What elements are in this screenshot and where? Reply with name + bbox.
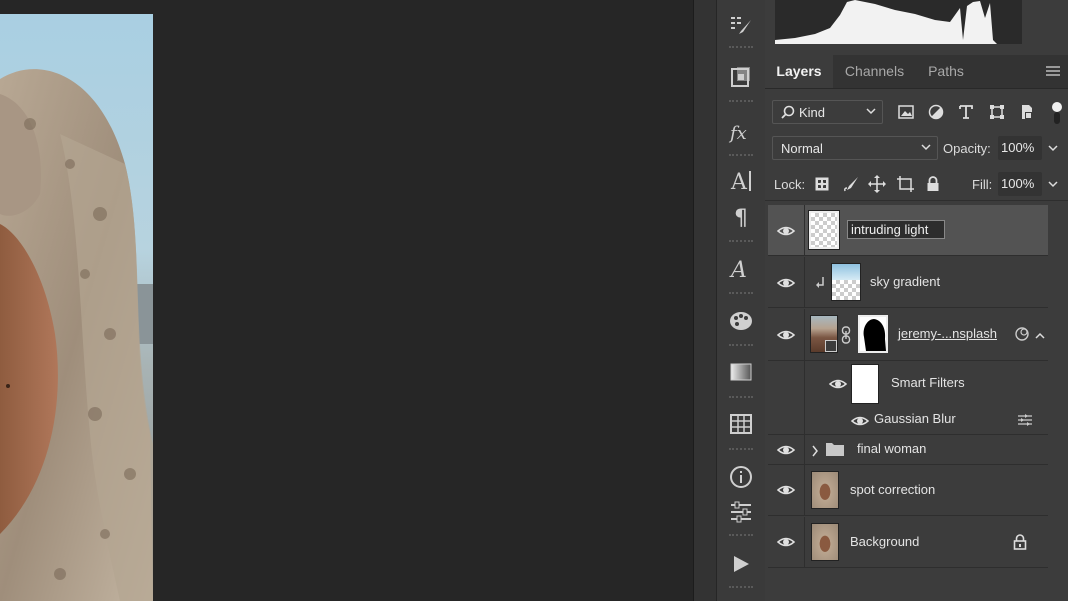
fill-chevron-icon[interactable] (1043, 174, 1063, 194)
search-icon (781, 105, 795, 122)
adjustments-icon[interactable] (717, 492, 765, 532)
glyphs-icon[interactable]: A (717, 249, 765, 289)
lock-all-icon[interactable] (923, 174, 943, 194)
fill-label: Fill: (972, 177, 993, 192)
clipping-mask-icon (816, 276, 826, 294)
panel-menu-icon[interactable] (1046, 66, 1060, 78)
lock-paint-icon[interactable] (841, 174, 861, 194)
brush-settings-icon[interactable] (717, 6, 765, 46)
visibility-eye-icon[interactable] (776, 221, 796, 241)
smart-object-badge-icon (825, 340, 837, 352)
info-icon[interactable] (717, 457, 765, 497)
layer-name[interactable]: Background (850, 534, 919, 549)
table-icon[interactable] (717, 404, 765, 444)
lock-position-icon[interactable] (867, 174, 887, 194)
panel-tabs: Layers Channels Paths (765, 55, 1068, 89)
tab-layers[interactable]: Layers (765, 55, 833, 88)
shape-filter-icon[interactable] (987, 102, 1007, 122)
layer-row-smart-object[interactable]: jeremy-...nsplash (768, 309, 1048, 361)
filter-toggle[interactable] (1049, 100, 1063, 124)
smart-object-filter-icon[interactable] (1017, 102, 1037, 122)
layer-thumbnail[interactable] (831, 263, 861, 301)
layer-name[interactable]: sky gradient (870, 274, 940, 289)
tab-channels[interactable]: Channels (833, 55, 916, 88)
filter-row-gaussian-blur[interactable]: Gaussian Blur (768, 407, 1048, 435)
panel-icon-strip: fx A ¶ A (716, 0, 766, 601)
visibility-eye-icon[interactable] (850, 411, 870, 436)
svg-text:¶: ¶ (734, 206, 748, 229)
layer-thumbnail[interactable] (808, 210, 840, 250)
fill-input[interactable]: 100% (998, 172, 1042, 196)
opacity-value: 100% (1001, 140, 1035, 155)
layer-row-spot-correction[interactable]: spot correction (768, 465, 1048, 516)
character-icon[interactable]: A (717, 161, 765, 201)
image-filter-icon[interactable] (896, 102, 916, 122)
layer-mask-thumbnail[interactable] (858, 315, 888, 353)
histogram (775, 0, 1022, 44)
layer-thumbnail[interactable] (810, 315, 838, 353)
filter-name[interactable]: Gaussian Blur (874, 411, 956, 426)
layer-row-sky-gradient[interactable]: sky gradient (768, 257, 1048, 308)
layer-name-input[interactable]: intruding light (847, 220, 945, 239)
chevron-down-icon (921, 141, 931, 156)
panel-gutter (693, 0, 716, 601)
layer-thumbnail[interactable] (811, 523, 839, 561)
opacity-label: Opacity: (943, 141, 991, 156)
visibility-eye-icon[interactable] (776, 532, 796, 552)
layer-name-text: intruding light (851, 222, 929, 237)
filter-kind-label: Kind (799, 105, 826, 120)
fill-value: 100% (1001, 176, 1035, 191)
play-actions-icon[interactable] (717, 544, 765, 584)
layer-name[interactable]: Smart Filters (891, 375, 965, 390)
clone-source-icon[interactable] (717, 57, 765, 97)
smart-filters-icon[interactable] (1014, 326, 1030, 347)
opacity-input[interactable]: 100% (998, 136, 1042, 160)
blend-mode-dropdown[interactable]: Normal (772, 136, 938, 160)
type-filter-icon[interactable] (956, 102, 976, 122)
blend-mode-value: Normal (781, 141, 823, 156)
visibility-eye-icon[interactable] (828, 374, 848, 399)
layer-name[interactable]: final woman (857, 441, 926, 456)
visibility-eye-icon[interactable] (776, 273, 796, 293)
svg-text:A: A (730, 170, 748, 194)
lock-artboard-icon[interactable] (895, 174, 915, 194)
folder-icon (825, 441, 845, 462)
layer-row-final-woman-group[interactable]: final woman (768, 435, 1048, 465)
layer-name[interactable]: jeremy-...nsplash (898, 326, 997, 341)
gradient-swatch-icon[interactable] (717, 352, 765, 392)
visibility-eye-icon[interactable] (776, 480, 796, 500)
filter-blending-options-icon[interactable] (1017, 413, 1033, 432)
fx-styles-icon[interactable]: fx (717, 112, 765, 152)
lock-transparent-icon[interactable] (812, 174, 832, 194)
filter-kind-dropdown[interactable]: Kind (772, 100, 883, 124)
visibility-eye-icon[interactable] (776, 325, 796, 345)
layer-row-smart-filters[interactable]: Smart Filters (768, 361, 1048, 407)
filter-mask-thumbnail[interactable] (851, 364, 879, 404)
layer-name[interactable]: spot correction (850, 482, 935, 497)
adjustment-filter-icon[interactable] (926, 102, 946, 122)
layers-scrollbar[interactable] (1048, 205, 1056, 565)
divider (765, 200, 1068, 201)
layer-row-intruding-light[interactable]: intruding light (768, 205, 1048, 256)
color-palette-icon[interactable] (717, 301, 765, 341)
chevron-down-icon (866, 105, 876, 120)
layer-row-background[interactable]: Background (768, 517, 1048, 568)
svg-text:fx: fx (728, 123, 747, 144)
lock-icon[interactable] (1013, 534, 1027, 555)
mask-link-icon[interactable] (841, 326, 851, 349)
paragraph-icon[interactable]: ¶ (717, 197, 765, 237)
svg-text:A: A (729, 258, 747, 282)
opacity-chevron-icon[interactable] (1043, 138, 1063, 158)
collapse-chevron-icon[interactable] (1035, 328, 1045, 346)
histogram-scroll (1022, 0, 1068, 44)
chevron-right-icon[interactable] (811, 444, 819, 462)
visibility-eye-icon[interactable] (776, 440, 796, 460)
lock-label: Lock: (774, 177, 806, 192)
layer-thumbnail[interactable] (811, 471, 839, 509)
tab-paths[interactable]: Paths (916, 55, 976, 88)
canvas-photo (0, 14, 153, 601)
